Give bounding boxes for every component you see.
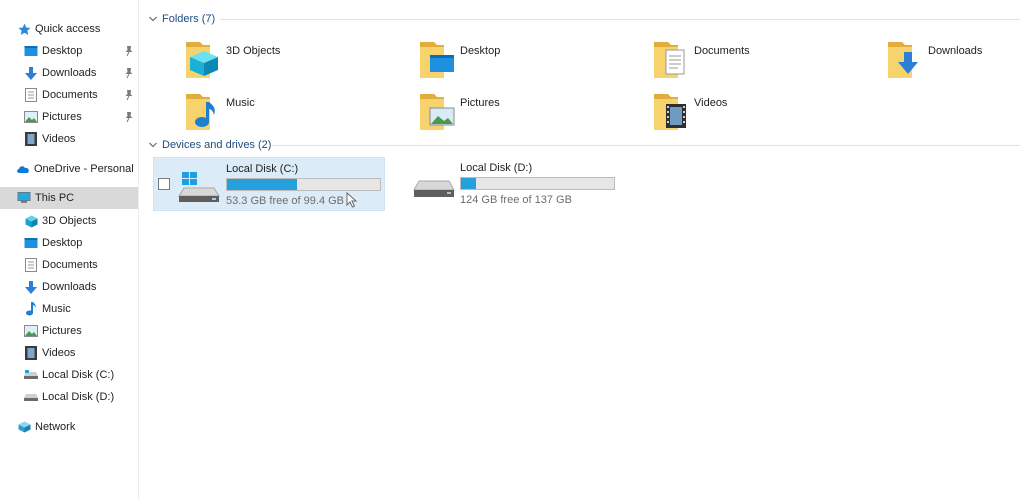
drive-icon (24, 368, 38, 382)
music-folder-icon (186, 94, 215, 130)
folder-videos[interactable]: Videos (652, 88, 884, 138)
desktop-folder-icon (24, 236, 38, 250)
windows-drive-icon (178, 172, 220, 202)
pictures-folder-icon (420, 94, 455, 130)
pin-icon[interactable] (124, 67, 134, 79)
cloud-icon (16, 162, 30, 176)
pin-icon[interactable] (124, 89, 134, 101)
nav-quick-videos[interactable]: Videos (0, 128, 138, 150)
videos-folder-icon (654, 94, 686, 130)
drive-usage-fill (227, 179, 298, 190)
videos-icon (24, 346, 38, 360)
3d-objects-folder-icon (186, 42, 218, 78)
folder-desktop[interactable]: Desktop (418, 36, 650, 86)
nav-pc-local-disk-c[interactable]: Local Disk (C:) (0, 364, 138, 386)
drive-local-disk-c[interactable]: Local Disk (C:) 53.3 GB free of 99.4 GB (153, 157, 385, 211)
nav-pc-desktop[interactable]: Desktop (0, 232, 138, 254)
music-note-icon (24, 302, 38, 316)
chevron-down-icon (149, 142, 157, 148)
nav-quick-pictures[interactable]: Pictures (0, 106, 138, 128)
documents-folder-icon (654, 42, 685, 78)
nav-this-pc[interactable]: This PC (0, 187, 138, 209)
videos-icon (24, 132, 38, 146)
group-divider (272, 145, 1020, 146)
group-header-folders[interactable]: Folders (7) (148, 11, 215, 27)
folder-3d-objects[interactable]: 3D Objects (184, 36, 416, 86)
desktop-folder-icon (420, 42, 454, 78)
computer-icon (17, 191, 31, 205)
group-divider (220, 19, 1020, 20)
documents-icon (24, 258, 38, 272)
select-checkbox[interactable] (158, 178, 170, 190)
documents-icon (24, 88, 38, 102)
mouse-cursor-icon (346, 192, 358, 208)
nav-pc-local-disk-d[interactable]: Local Disk (D:) (0, 386, 138, 408)
pin-icon[interactable] (124, 111, 134, 123)
nav-pc-downloads[interactable]: Downloads (0, 276, 138, 298)
nav-quick-desktop[interactable]: Desktop (0, 40, 138, 62)
drive-icon (413, 180, 455, 197)
nav-pc-3d-objects[interactable]: 3D Objects (0, 210, 138, 232)
star-icon (17, 22, 31, 36)
drive-local-disk-d[interactable]: Local Disk (D:) 124 GB free of 137 GB (387, 157, 619, 211)
drive-usage-bar (460, 177, 615, 190)
folder-documents[interactable]: Documents (652, 36, 884, 86)
nav-onedrive[interactable]: OneDrive - Personal (0, 158, 138, 180)
downloads-arrow-icon (24, 280, 38, 294)
nav-quick-documents[interactable]: Documents (0, 84, 138, 106)
folder-downloads[interactable]: Downloads (886, 36, 1020, 86)
network-icon (17, 420, 31, 434)
drive-icon (24, 390, 38, 404)
nav-network[interactable]: Network (0, 416, 138, 438)
downloads-folder-icon (888, 42, 918, 78)
pictures-icon (24, 110, 38, 124)
nav-pc-documents[interactable]: Documents (0, 254, 138, 276)
folder-pictures[interactable]: Pictures (418, 88, 650, 138)
drive-usage-bar (226, 178, 381, 191)
group-label: Folders (7) (162, 13, 216, 25)
nav-pc-videos[interactable]: Videos (0, 342, 138, 364)
drive-usage-fill (461, 178, 477, 189)
chevron-down-icon (149, 16, 157, 22)
pictures-icon (24, 324, 38, 338)
group-label: Devices and drives (2) (162, 139, 272, 151)
nav-pc-pictures[interactable]: Pictures (0, 320, 138, 342)
navigation-pane: Quick access Desktop Downloads Documents… (0, 0, 139, 499)
nav-quick-downloads[interactable]: Downloads (0, 62, 138, 84)
group-header-devices[interactable]: Devices and drives (2) (148, 137, 271, 153)
nav-quick-access[interactable]: Quick access (0, 18, 138, 40)
pin-icon[interactable] (124, 45, 134, 57)
3d-objects-icon (24, 214, 38, 228)
desktop-folder-icon (24, 44, 38, 58)
downloads-arrow-icon (24, 66, 38, 80)
folder-music[interactable]: Music (184, 88, 416, 138)
nav-pc-music[interactable]: Music (0, 298, 138, 320)
